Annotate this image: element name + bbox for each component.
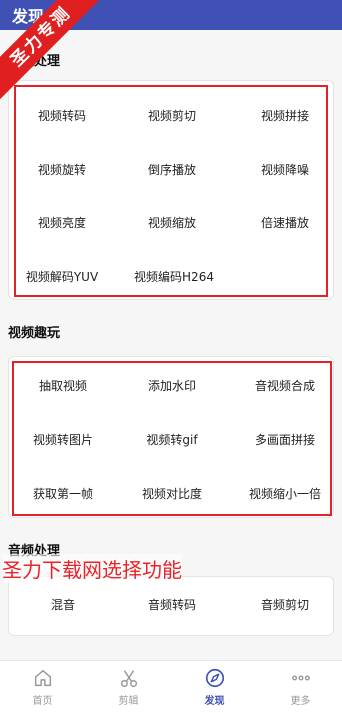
item-add-watermark[interactable]: 添加水印 xyxy=(148,377,196,394)
nav-more-label: 更多 xyxy=(290,696,311,707)
item-video-brightness[interactable]: 视频亮度 xyxy=(38,214,86,231)
nav-edit-label: 剪辑 xyxy=(118,696,139,707)
nav-more[interactable]: 更多 xyxy=(258,667,342,707)
nav-discover-label: 发现 xyxy=(204,696,225,707)
item-video-contrast[interactable]: 视频对比度 xyxy=(142,485,202,502)
item-video-decode-yuv[interactable]: 视频解码YUV xyxy=(26,268,98,285)
item-video-to-image[interactable]: 视频转图片 xyxy=(33,431,93,448)
item-reverse-play[interactable]: 倒序播放 xyxy=(148,161,196,178)
bottom-nav: 首页 剪辑 发现 更多 xyxy=(0,660,342,713)
item-video-rotate[interactable]: 视频旋转 xyxy=(38,161,86,178)
item-av-merge[interactable]: 音视频合成 xyxy=(255,377,315,394)
item-speed-play[interactable]: 倍速播放 xyxy=(261,214,309,231)
item-video-encode-h264[interactable]: 视频编码H264 xyxy=(134,268,214,285)
item-video-transcode[interactable]: 视频转码 xyxy=(38,107,86,124)
item-extract-video[interactable]: 抽取视频 xyxy=(39,377,87,394)
item-video-cut[interactable]: 视频剪切 xyxy=(148,107,196,124)
item-get-first-frame[interactable]: 获取第一帧 xyxy=(33,485,93,502)
nav-discover[interactable]: 发现 xyxy=(172,667,257,707)
section-title-video-fun: 视频趣玩 xyxy=(8,326,61,341)
nav-home-label: 首页 xyxy=(32,696,53,707)
item-video-denoise[interactable]: 视频降噪 xyxy=(261,161,309,178)
item-video-concat[interactable]: 视频拼接 xyxy=(261,107,309,124)
item-audio-cut[interactable]: 音频剪切 xyxy=(261,596,309,613)
item-audio-mix[interactable]: 混音 xyxy=(51,596,75,613)
item-audio-transcode[interactable]: 音频转码 xyxy=(148,596,196,613)
item-video-halve[interactable]: 视频缩小一倍 xyxy=(249,485,321,502)
more-icon xyxy=(291,675,310,681)
item-video-scale[interactable]: 视频缩放 xyxy=(148,214,196,231)
discover-icon xyxy=(205,668,224,688)
overlay-caption: 圣力下载网选择功能 xyxy=(2,554,182,583)
home-icon xyxy=(34,669,51,687)
scissors-icon xyxy=(120,670,137,687)
item-multi-screen-stitch[interactable]: 多画面拼接 xyxy=(255,431,315,448)
nav-home[interactable]: 首页 xyxy=(0,667,85,707)
nav-edit[interactable]: 剪辑 xyxy=(86,667,171,707)
item-video-to-gif[interactable]: 视频转gif xyxy=(146,431,197,448)
